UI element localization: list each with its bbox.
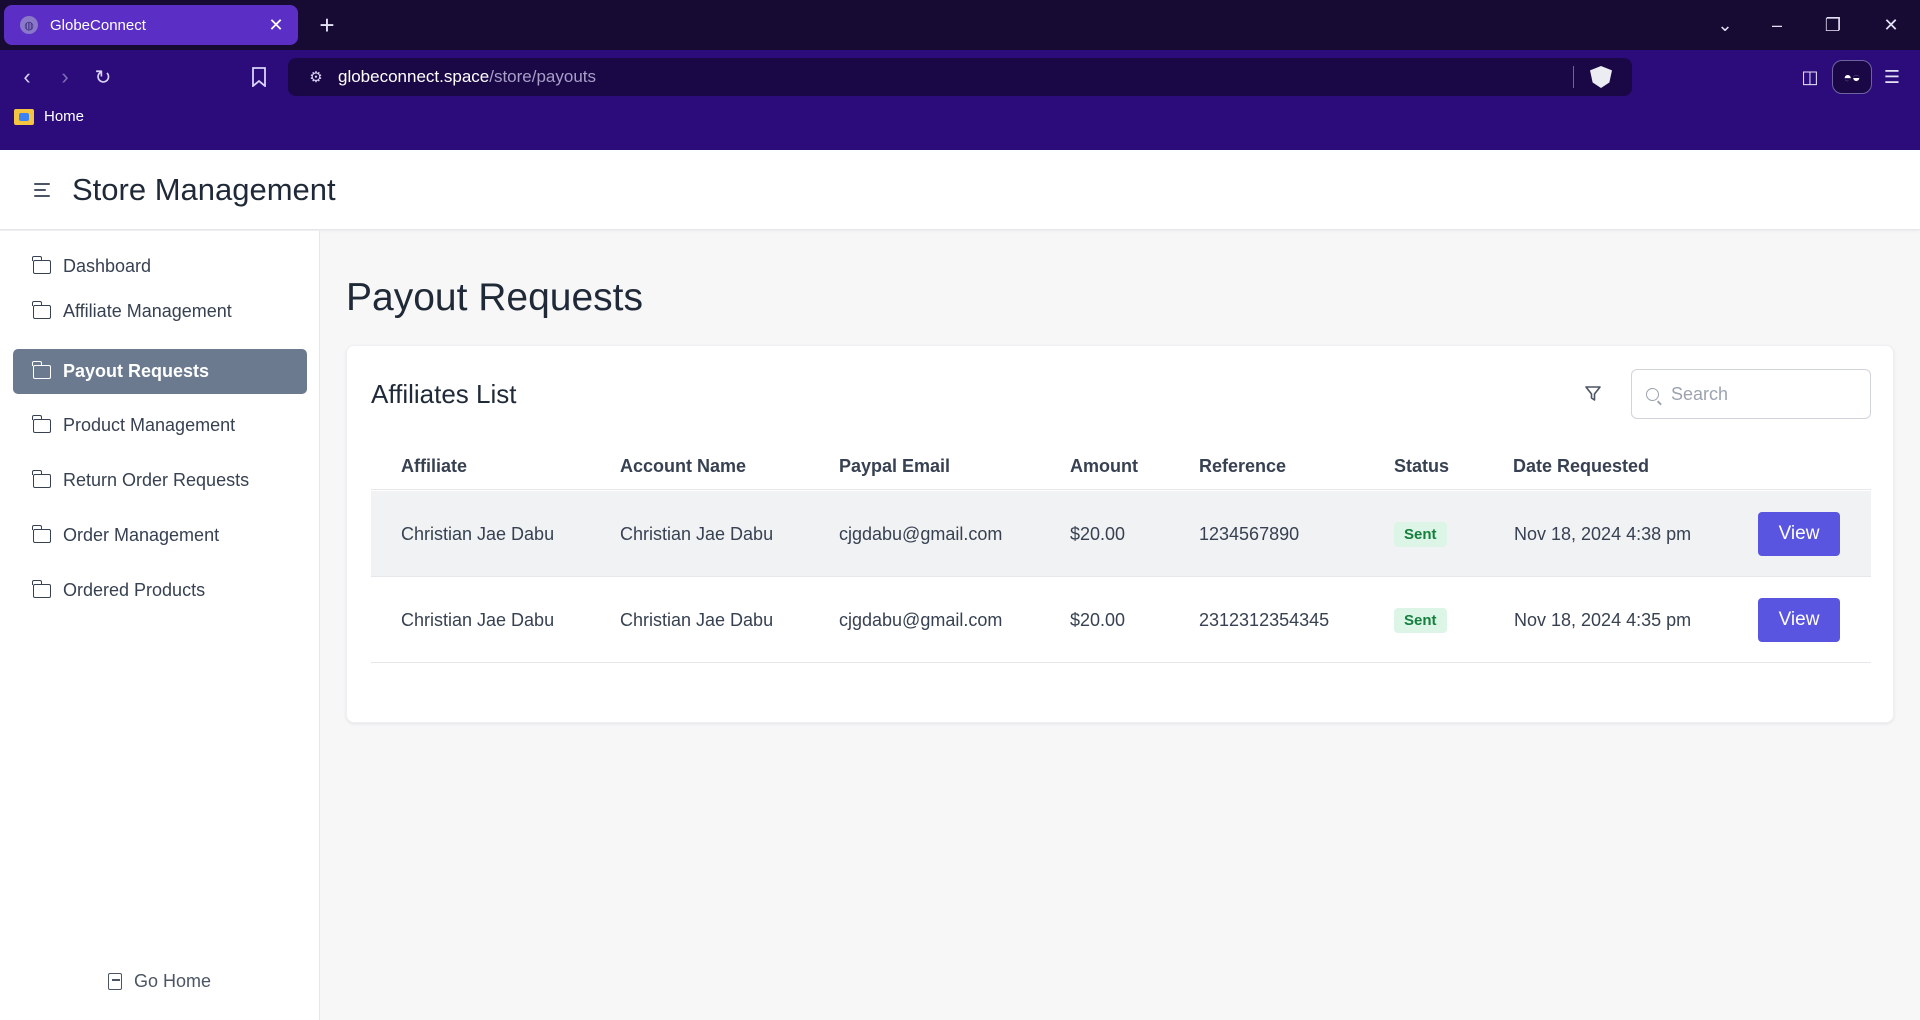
go-home-link[interactable]: Go Home: [108, 971, 211, 992]
table-row[interactable]: Christian Jae Dabu Christian Jae Dabu cj…: [371, 491, 1871, 577]
sidebar-item-order-management[interactable]: Order Management: [13, 513, 307, 558]
sidebar-item-affiliate-management[interactable]: Affiliate Management: [13, 289, 307, 334]
url-path: /store/payouts: [489, 67, 597, 86]
site-settings-icon[interactable]: ⚙: [298, 68, 334, 86]
globe-icon: ◍: [20, 16, 38, 34]
cell-paypal-email: cjgdabu@gmail.com: [839, 610, 1003, 630]
sidebar-item-label: Dashboard: [63, 256, 152, 276]
sidebar-item-ordered-products[interactable]: Ordered Products: [13, 568, 307, 613]
bookmark-label: Home: [44, 108, 85, 125]
status-badge: Sent: [1394, 522, 1447, 547]
minimize-icon[interactable]: –: [1762, 10, 1792, 40]
column-header[interactable]: Status: [1394, 456, 1449, 477]
close-window-icon[interactable]: ✕: [1876, 10, 1906, 40]
column-header[interactable]: Paypal Email: [839, 456, 950, 477]
sidebar-item-return-order-requests[interactable]: Return Order Requests: [13, 458, 307, 503]
brave-shield-icon[interactable]: [1590, 66, 1612, 88]
cell-affiliate: Christian Jae Dabu: [401, 610, 555, 630]
column-header[interactable]: Amount: [1070, 456, 1138, 477]
cell-date-requested: Nov 18, 2024 4:35 pm: [1514, 610, 1692, 630]
sidebar-item-product-management[interactable]: Product Management: [13, 403, 307, 448]
card-title: Affiliates List: [371, 379, 517, 409]
menu-icon[interactable]: ☰: [1876, 62, 1908, 92]
restore-icon[interactable]: ❐: [1818, 10, 1848, 40]
exit-door-icon: [108, 973, 122, 990]
browser-tab-bar: ◍ GlobeConnect ✕ + ⌄ – ❐ ✕: [0, 0, 1920, 50]
cell-date-requested: Nov 18, 2024 4:38 pm: [1514, 524, 1692, 544]
private-glasses-icon[interactable]: ◓◒: [1832, 60, 1872, 94]
forward-icon[interactable]: ›: [50, 62, 80, 92]
sidebar-item-label: Affiliate Management: [63, 301, 232, 321]
back-icon[interactable]: ‹: [12, 62, 42, 92]
search-box[interactable]: [1631, 369, 1871, 419]
cell-amount: $20.00: [1070, 524, 1126, 544]
bookmark-home[interactable]: Home: [14, 108, 84, 125]
browser-toolbar: ‹ › ↻ ⚙ globeconnect.space/store/payouts…: [0, 50, 1920, 150]
search-icon: [1646, 387, 1659, 401]
sidebar-item-label: Return Order Requests: [63, 470, 250, 490]
folder-icon: [32, 579, 51, 598]
close-tab-icon[interactable]: ✕: [266, 15, 286, 35]
app-title: Store Management: [72, 171, 336, 207]
table-row[interactable]: Christian Jae Dabu Christian Jae Dabu cj…: [371, 577, 1871, 663]
url-text: globeconnect.space/store/payouts: [338, 67, 1573, 87]
sidebar-toggle-icon[interactable]: ◫: [1794, 62, 1826, 92]
status-badge: Sent: [1394, 608, 1447, 633]
url-host: globeconnect.space: [338, 67, 490, 86]
column-header[interactable]: Account Name: [620, 456, 746, 477]
browser-tab[interactable]: ◍ GlobeConnect ✕: [4, 5, 298, 45]
cell-account-name: Christian Jae Dabu: [620, 524, 774, 544]
folder-icon: [32, 300, 51, 319]
cell-reference: 2312312354345: [1199, 610, 1330, 630]
sidebar-item-label: Ordered Products: [63, 580, 206, 600]
view-button[interactable]: View: [1758, 598, 1840, 642]
column-header[interactable]: Reference: [1199, 456, 1286, 477]
affiliates-card: Affiliates List Affiliate Account Name P…: [346, 345, 1894, 723]
folder-icon: [32, 469, 51, 488]
bookmark-icon[interactable]: [244, 62, 274, 92]
sidebar: Dashboard Affiliate Management Payout Re…: [0, 231, 320, 1020]
search-input[interactable]: [1671, 383, 1851, 405]
hamburger-icon[interactable]: [34, 182, 52, 197]
sidebar-item-label: Order Management: [63, 525, 220, 545]
folder-icon: [32, 414, 51, 433]
folder-icon: [32, 360, 51, 379]
sidebar-item-label: Product Management: [63, 415, 236, 435]
cell-amount: $20.00: [1070, 610, 1126, 630]
tab-title: GlobeConnect: [50, 16, 146, 34]
filter-icon[interactable]: [1581, 382, 1605, 406]
cell-reference: 1234567890: [1199, 524, 1300, 544]
app-header: Store Management: [0, 150, 1920, 230]
bookmark-folder-icon: [14, 108, 34, 125]
tab-list-chevron-icon[interactable]: ⌄: [1710, 10, 1740, 40]
cell-paypal-email: cjgdabu@gmail.com: [839, 524, 1003, 544]
sidebar-item-dashboard[interactable]: Dashboard: [13, 244, 307, 289]
column-header[interactable]: Date Requested: [1513, 456, 1649, 477]
go-home-label: Go Home: [134, 971, 212, 991]
cell-account-name: Christian Jae Dabu: [620, 610, 774, 630]
table-header: Affiliate Account Name Paypal Email Amou…: [371, 446, 1871, 490]
view-button[interactable]: View: [1758, 512, 1840, 556]
sidebar-item-payout-requests[interactable]: Payout Requests: [13, 349, 307, 394]
cell-affiliate: Christian Jae Dabu: [401, 524, 555, 544]
column-header[interactable]: Affiliate: [401, 456, 467, 477]
reload-icon[interactable]: ↻: [88, 62, 118, 92]
new-tab-icon[interactable]: +: [312, 10, 342, 40]
url-divider: [1573, 66, 1574, 88]
folder-icon: [32, 255, 51, 274]
page-title: Payout Requests: [346, 276, 644, 319]
sidebar-item-label: Payout Requests: [63, 361, 210, 381]
address-bar[interactable]: ⚙ globeconnect.space/store/payouts: [288, 58, 1632, 96]
folder-icon: [32, 524, 51, 543]
